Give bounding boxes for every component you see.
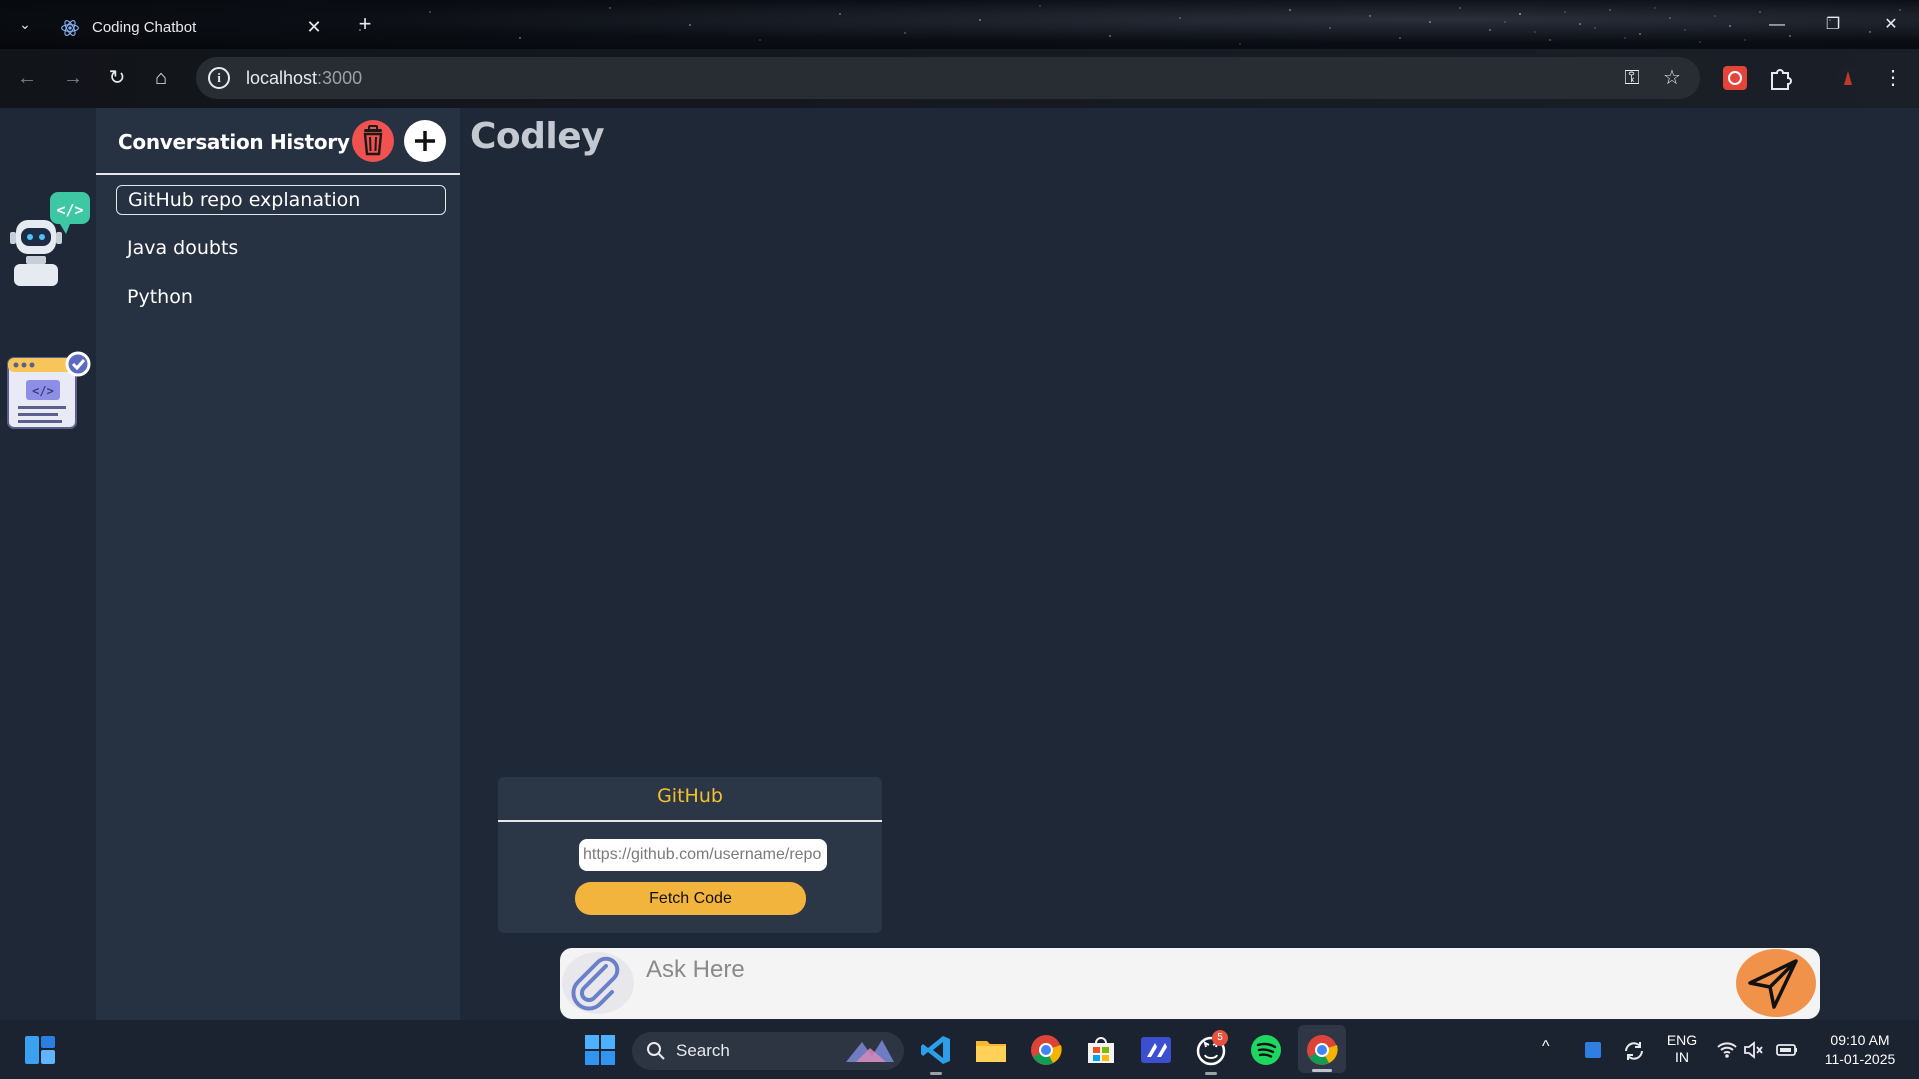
defender-icon[interactable]	[1582, 1039, 1604, 1061]
language-region: IN	[1675, 1049, 1689, 1065]
vscode-icon[interactable]	[919, 1033, 953, 1067]
github-panel: GitHub Fetch Code	[498, 777, 882, 933]
trash-icon	[363, 125, 383, 156]
tab-close-icon[interactable]: ✕	[304, 17, 324, 37]
clock-date: 11-01-2025	[1824, 1051, 1896, 1067]
conversation-history-sidebar: Conversation History GitHub repo explana…	[96, 108, 460, 1020]
site-info-icon[interactable]: i	[208, 67, 230, 89]
sync-icon[interactable]	[1622, 1039, 1646, 1063]
volume-muted-icon[interactable]	[1742, 1039, 1764, 1061]
clock-time: 09:10 AM	[1830, 1032, 1890, 1048]
reload-icon[interactable]: ↻	[102, 63, 132, 93]
attach-file-button[interactable]	[562, 952, 634, 1014]
back-icon[interactable]: ←	[12, 63, 42, 93]
windows-start-icon[interactable]	[583, 1033, 617, 1067]
battery-icon[interactable]	[1776, 1040, 1798, 1060]
send-button[interactable]	[1736, 949, 1816, 1017]
browser-toolbar: ← → ↻ ⌂ i localhost:3000 ⚿ ☆ ⋮	[0, 49, 1919, 108]
home-icon[interactable]: ⌂	[146, 63, 176, 93]
tray-overflow-chevron-up-icon[interactable]: ^	[1542, 1038, 1550, 1056]
file-explorer-icon[interactable]	[974, 1033, 1008, 1067]
code-window-icon[interactable]: </>	[4, 350, 92, 432]
plus-icon	[415, 131, 435, 151]
clock[interactable]: 09:10 AM 11-01-2025	[1810, 1031, 1910, 1069]
puzzle-extensions-icon[interactable]	[1768, 65, 1794, 91]
tab-search-chevron-down-icon[interactable]: ⌄	[14, 13, 36, 35]
password-key-icon[interactable]: ⚿	[1620, 66, 1644, 90]
history-title: Conversation History	[118, 130, 350, 154]
delete-history-button[interactable]	[352, 120, 394, 162]
chrome-active-icon	[1307, 1035, 1338, 1065]
new-conversation-button[interactable]	[404, 120, 446, 162]
taskbar-search-label: Search	[676, 1041, 730, 1060]
editor-app-icon[interactable]	[1139, 1033, 1173, 1067]
history-item-github-repo-explanation[interactable]: GitHub repo explanation	[116, 185, 446, 215]
ask-bar	[560, 948, 1820, 1019]
svg-text:</>: </>	[56, 201, 83, 219]
history-item-java-doubts[interactable]: Java doubts	[116, 234, 446, 264]
spotify-icon[interactable]	[1249, 1033, 1283, 1067]
search-icon	[647, 1042, 665, 1060]
browser-tab-strip: ⌄ Coding Chatbot ✕ + — ❐ ✕	[0, 0, 1919, 49]
react-icon	[61, 19, 79, 36]
paperclip-icon	[571, 956, 620, 1011]
extension-icon[interactable]	[1722, 65, 1748, 91]
send-paper-plane-icon	[1748, 959, 1798, 1009]
wifi-icon[interactable]	[1716, 1039, 1738, 1061]
fetch-code-button[interactable]: Fetch Code	[575, 882, 806, 915]
restore-icon[interactable]: ❐	[1818, 10, 1848, 40]
close-window-icon[interactable]: ✕	[1876, 10, 1906, 40]
forward-icon[interactable]: →	[58, 63, 88, 93]
new-tab-plus-icon[interactable]: +	[353, 12, 377, 36]
chrome-active-app[interactable]	[1298, 1025, 1346, 1073]
history-header: Conversation History	[96, 108, 460, 175]
microsoft-store-icon[interactable]	[1084, 1033, 1118, 1067]
browser-menu-icon[interactable]: ⋮	[1878, 63, 1908, 93]
github-repo-url-input[interactable]	[579, 839, 827, 871]
address-bar[interactable]: i localhost:3000 ⚿ ☆	[196, 57, 1700, 99]
robot-chat-icon[interactable]: </>	[4, 188, 92, 288]
language-code: ENG	[1666, 1032, 1698, 1048]
chat-main: Codley GitHub Fetch Code	[460, 108, 1919, 1020]
taskbar-search[interactable]: Search	[632, 1032, 904, 1070]
icon-rail: </> </>	[0, 108, 96, 1020]
profile-avatar-icon[interactable]	[1834, 63, 1864, 93]
address-url[interactable]: localhost:3000	[246, 68, 362, 89]
url-port: :3000	[317, 67, 363, 88]
app-title: Codley	[470, 116, 605, 157]
vscode-running-indicator	[930, 1072, 942, 1075]
tab-title: Coding Chatbot	[92, 19, 197, 36]
bookmark-star-icon[interactable]: ☆	[1660, 66, 1684, 90]
github-notification-badge: 5	[1212, 1030, 1228, 1046]
chatbot-app: </> </> Conversation History GitHub repo…	[0, 108, 1919, 1020]
history-item-python[interactable]: Python	[116, 283, 446, 313]
chrome-active-indicator	[1312, 1069, 1332, 1072]
ask-input[interactable]	[646, 954, 1716, 986]
windows-taskbar: Search 5 ^ ENG IN 09:10 AM 11-01-2025	[0, 1020, 1919, 1079]
minimize-icon[interactable]: —	[1762, 10, 1792, 40]
search-highlight-icon	[846, 1040, 894, 1062]
github-running-indicator	[1205, 1072, 1217, 1075]
chrome-icon[interactable]	[1029, 1033, 1063, 1067]
url-host: localhost	[246, 67, 318, 88]
input-language[interactable]: ENG IN	[1662, 1032, 1702, 1066]
browser-tab[interactable]: Coding Chatbot ✕	[48, 6, 338, 49]
svg-text:</>: </>	[32, 384, 54, 398]
github-panel-title: GitHub	[498, 777, 882, 822]
widgets-icon[interactable]	[24, 1035, 56, 1065]
